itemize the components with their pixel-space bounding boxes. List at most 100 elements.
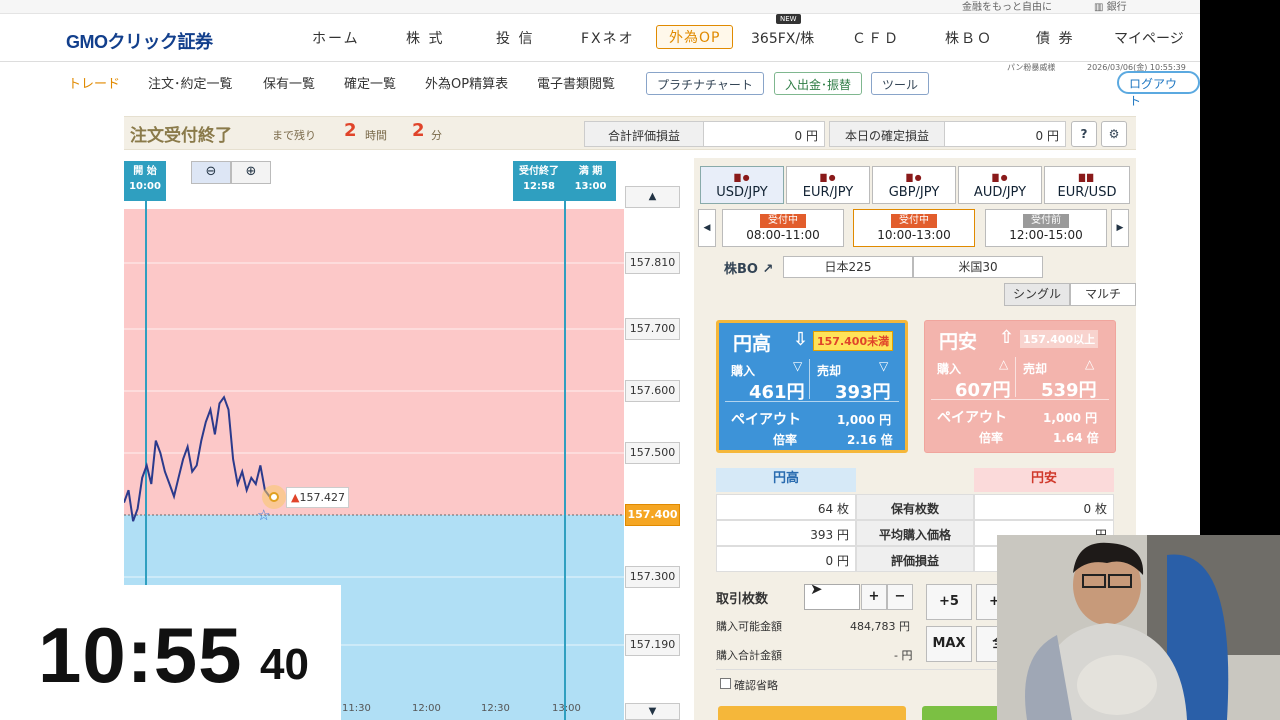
slot-0800[interactable]: 受付中 08:00-11:00 <box>722 209 844 247</box>
yen-down-strike: 157.400以上 <box>1019 329 1100 349</box>
today-pl-value: 0 円 <box>944 121 1066 147</box>
confirm-skip-label: 確認省略 <box>734 679 778 692</box>
tagline: 金融をもっと自由に <box>962 2 1052 13</box>
arrow-up-icon: ⇧ <box>999 327 1015 348</box>
nav-fxneo[interactable]: FXネオ <box>581 28 635 48</box>
yen-up-card[interactable]: 円高 ⇩ 157.400未満 購入 ▽ 売却 ▽ 461円 393円 ペイアウト… <box>716 320 908 453</box>
subnav-holdings[interactable]: 保有一覧 <box>263 73 315 92</box>
start-marker: 開 始 10:00 <box>124 161 166 201</box>
y-tick: 157.600 <box>625 380 680 402</box>
subnav-confirmed[interactable]: 確定一覧 <box>344 73 396 92</box>
current-point <box>269 492 279 502</box>
subnav-orders[interactable]: 注文･約定一覧 <box>148 73 233 92</box>
eval-pl-label: 評価損益 <box>856 546 974 572</box>
scroll-down-button[interactable]: ▼ <box>625 703 680 720</box>
user-name: パン粉暴威様 <box>1007 63 1056 72</box>
tab-nikkei225[interactable]: 日本225 <box>783 256 913 278</box>
scroll-up-button[interactable]: ▲ <box>625 186 680 208</box>
hours-unit: 時間 <box>365 129 387 142</box>
webcam-overlay <box>997 535 1280 720</box>
nav-bond[interactable]: 債 券 <box>1036 28 1074 48</box>
deposit-transfer-button[interactable]: 入出金･振替 <box>774 72 863 95</box>
help-icon[interactable]: ? <box>1071 121 1097 147</box>
nav-home[interactable]: ホーム <box>312 28 360 48</box>
table-up-header: 円高 <box>716 468 856 492</box>
available-label: 購入可能金額 <box>716 620 782 633</box>
tools-button[interactable]: ツール <box>871 72 930 95</box>
current-price-tick: 157.400 <box>625 504 680 526</box>
zoom-out-button[interactable]: ⊖ <box>191 161 231 184</box>
remaining-hours: 2 <box>344 120 357 141</box>
pair-usdjpy[interactable]: ▇● USD/JPY <box>700 166 784 204</box>
bank-link[interactable]: ▥ 銀行 <box>1094 0 1127 13</box>
x-tick: 13:00 <box>552 703 581 714</box>
table-down-header: 円安 <box>974 468 1114 492</box>
nav-cfd[interactable]: ＣＦＤ <box>852 28 900 48</box>
subnav-settlement[interactable]: 外為OP精算表 <box>425 73 508 92</box>
remaining-minutes: 2 <box>412 120 425 141</box>
qty-plus5-button[interactable]: +5 <box>926 584 972 620</box>
pair-eurusd[interactable]: ▇▇ EUR/USD <box>1044 166 1130 204</box>
new-badge: NEW <box>776 14 801 24</box>
nav-stock[interactable]: 株 式 <box>406 28 444 48</box>
avg-price-label: 平均購入価格 <box>856 520 974 546</box>
mode-multi[interactable]: マルチ <box>1070 283 1136 306</box>
total-pl-label: 合計評価損益 <box>584 121 704 147</box>
buy-yen-up-button[interactable] <box>718 706 906 720</box>
gear-icon[interactable]: ⚙ <box>1101 121 1127 147</box>
x-tick: 12:30 <box>481 703 510 714</box>
logout-button[interactable]: ログアウト <box>1117 71 1200 108</box>
qty-plus-button[interactable]: + <box>861 584 887 610</box>
subnav-documents[interactable]: 電子書類閲覧 <box>537 73 615 92</box>
yen-down-title: 円安 <box>939 331 978 353</box>
nav-365fx[interactable]: 365FX/株 <box>751 28 814 48</box>
confirm-skip-checkbox[interactable] <box>720 678 731 689</box>
nav-kabu-bo[interactable]: 株ＢＯ <box>945 28 993 48</box>
nav-fund[interactable]: 投 信 <box>496 28 534 48</box>
today-pl-label: 本日の確定損益 <box>829 121 945 147</box>
main-nav: GMOクリック証券 ホーム 株 式 投 信 FXネオ 外為OP NEW 365F… <box>0 14 1200 62</box>
remaining-label: まで残り <box>272 129 316 142</box>
order-status-title: 注文受付終了 <box>130 126 232 146</box>
tab-dow30[interactable]: 米国30 <box>913 256 1043 278</box>
slot-prev-button[interactable]: ◀ <box>698 209 716 247</box>
sell-chevron-icon: △ <box>1085 357 1095 371</box>
slot-1200[interactable]: 受付前 12:00-15:00 <box>985 209 1107 247</box>
nav-fx-option[interactable]: 外為OP <box>656 25 734 49</box>
subnav-trade[interactable]: トレード <box>68 73 120 92</box>
above-strike-zone <box>124 209 624 515</box>
payout-label: ペイアウト <box>731 412 801 428</box>
pair-gbpjpy[interactable]: ▇● GBP/JPY <box>872 166 956 204</box>
expiry-label: 満 期 <box>578 166 603 177</box>
qty-max-button[interactable]: MAX <box>926 626 972 662</box>
y-tick: 157.500 <box>625 442 680 464</box>
cutoff-time: 12:58 <box>523 181 555 192</box>
platinum-chart-button[interactable]: プラチナチャート <box>646 72 764 95</box>
qty-minus-button[interactable]: − <box>887 584 913 610</box>
expiry-time: 13:00 <box>574 181 607 192</box>
kabu-bo-link[interactable]: 株BO ↗ <box>724 258 773 277</box>
nav-mypage[interactable]: マイページ <box>1114 28 1184 48</box>
ratio-label: 倍率 <box>773 433 798 447</box>
holdings-label: 保有枚数 <box>856 494 974 520</box>
up-avg-price: 393 円 <box>716 520 856 546</box>
arrow-down-icon: ⇩ <box>793 329 809 350</box>
down-holdings: 0 枚 <box>974 494 1114 520</box>
payout-label: ペイアウト <box>937 410 1007 426</box>
buy-yen-down-button[interactable] <box>922 706 1002 720</box>
y-tick: 157.300 <box>625 566 680 588</box>
buy-chevron-icon: ▽ <box>793 359 803 373</box>
pair-audjpy[interactable]: ▇● AUD/JPY <box>958 166 1042 204</box>
ratio-value: 2.16 倍 <box>847 433 893 447</box>
yen-up-title: 円高 <box>733 333 772 355</box>
pair-eurjpy[interactable]: ▇● EUR/JPY <box>786 166 870 204</box>
slot-next-button[interactable]: ▶ <box>1111 209 1129 247</box>
gmo-logo[interactable]: GMOクリック証券 <box>66 28 213 54</box>
mouse-cursor-icon: ➤ <box>810 580 823 598</box>
zoom-in-button[interactable]: ⊕ <box>231 161 271 184</box>
mode-single[interactable]: シングル <box>1004 283 1070 306</box>
slot-1000[interactable]: 受付中 10:00-13:00 <box>853 209 975 247</box>
bank-link-label: 銀行 <box>1106 2 1127 13</box>
yen-down-card[interactable]: 円安 ⇧ 157.400以上 購入 △ 売却 △ 607円 539円 ペイアウト… <box>924 320 1116 453</box>
status-bar: 注文受付終了 まで残り 2 時間 2 分 合計評価損益 0 円 本日の確定損益 … <box>124 116 1136 150</box>
